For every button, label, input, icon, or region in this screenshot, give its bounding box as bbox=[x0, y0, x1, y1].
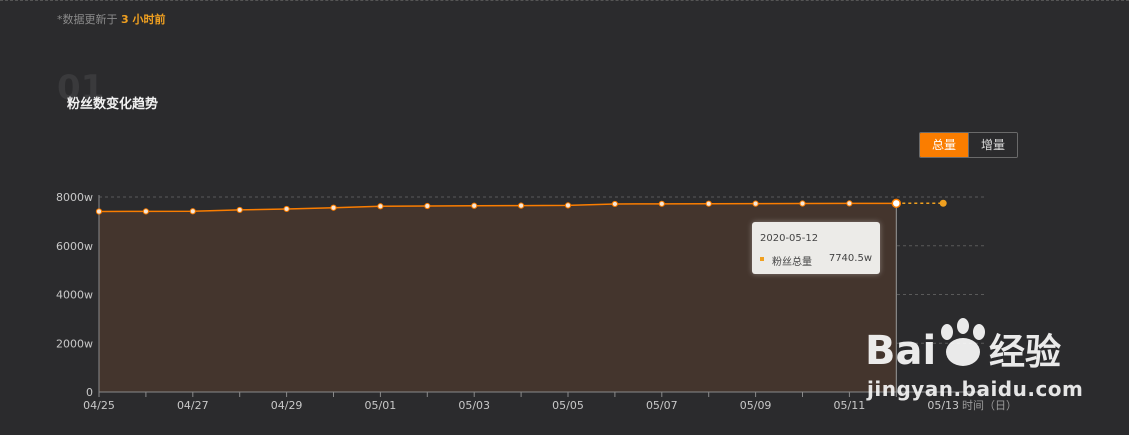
x-tick-label: 04/27 bbox=[177, 399, 209, 412]
data-point bbox=[705, 200, 712, 207]
data-point bbox=[95, 208, 103, 215]
x-tick-label: 05/11 bbox=[834, 399, 866, 412]
x-tick-label: 05/09 bbox=[740, 399, 772, 412]
data-tooltip: 2020-05-12 粉丝总量 7740.5w bbox=[752, 222, 880, 274]
data-point bbox=[846, 200, 853, 207]
data-point-highlighted bbox=[891, 198, 902, 209]
x-tick-label: 05/01 bbox=[365, 399, 397, 412]
data-point bbox=[799, 200, 806, 207]
data-point-projected bbox=[939, 199, 947, 207]
data-point bbox=[236, 206, 243, 214]
data-point bbox=[424, 202, 431, 210]
data-point bbox=[142, 208, 149, 215]
data-point bbox=[658, 200, 665, 207]
tooltip-date: 2020-05-12 bbox=[760, 233, 819, 244]
data-point bbox=[518, 202, 525, 209]
y-tick-label: 4000w bbox=[56, 289, 93, 302]
x-tick-label: 05/03 bbox=[458, 399, 490, 412]
data-point bbox=[752, 200, 759, 207]
x-tick-label: 04/29 bbox=[271, 399, 303, 412]
data-point bbox=[189, 208, 196, 215]
tooltip-series-label: 粉丝总量 bbox=[772, 257, 812, 268]
data-point bbox=[611, 200, 619, 208]
x-tick-label: 04/25 bbox=[83, 399, 115, 412]
x-tick-label: 05/05 bbox=[552, 399, 584, 412]
tooltip-value: 7740.5w bbox=[828, 253, 872, 264]
data-point bbox=[564, 202, 572, 209]
baidu-jingyan-watermark: Bai 经验 jingyan.baidu.com bbox=[865, 312, 1115, 412]
y-tick-label: 0 bbox=[86, 386, 93, 399]
y-tick-label: 8000w bbox=[56, 191, 93, 204]
watermark-url: jingyan.baidu.com bbox=[867, 377, 1084, 401]
data-point bbox=[471, 202, 478, 209]
data-point bbox=[377, 203, 384, 210]
data-point bbox=[283, 205, 290, 213]
tooltip-series-marker bbox=[760, 257, 764, 261]
x-tick-label: 05/07 bbox=[646, 399, 678, 412]
data-point bbox=[330, 204, 337, 211]
baidu-logo-icon: Bai 经验 bbox=[865, 318, 1061, 374]
svg-text:Bai: Bai bbox=[865, 328, 936, 374]
y-tick-label: 2000w bbox=[56, 337, 93, 350]
y-tick-label: 6000w bbox=[56, 240, 93, 253]
svg-text:经验: 经验 bbox=[989, 332, 1061, 373]
